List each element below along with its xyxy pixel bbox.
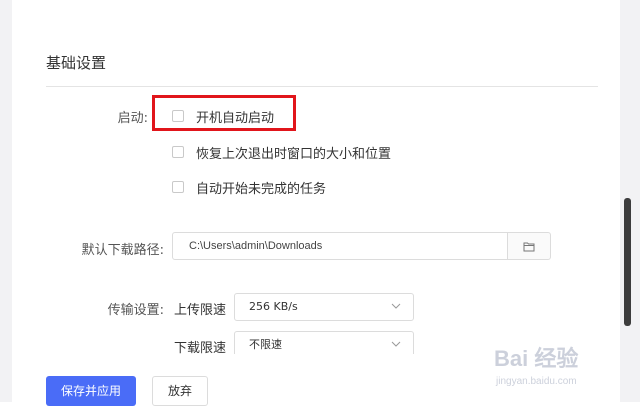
- browse-folder-button[interactable]: [507, 232, 551, 260]
- restore-window-checkbox[interactable]: [172, 146, 184, 158]
- section-title: 基础设置: [46, 54, 107, 72]
- folder-icon: [523, 242, 535, 251]
- highlight-annotation: [152, 95, 296, 131]
- upload-limit-value: 256 KB/s: [249, 300, 298, 313]
- upload-limit-label: 上传限速: [174, 303, 227, 318]
- chevron-down-icon: [391, 303, 401, 309]
- startup-label: 启动:: [117, 111, 148, 126]
- baidu-jingyan-watermark: Bai 经验 jingyan.baidu.com: [494, 346, 578, 387]
- watermark-url: jingyan.baidu.com: [495, 376, 577, 387]
- upload-limit-select[interactable]: 256 KB/s: [234, 293, 414, 321]
- chevron-down-icon: [391, 341, 401, 347]
- window-frame-left: [0, 0, 12, 402]
- download-path-input[interactable]: C:\Users\admin\Downloads: [172, 232, 508, 260]
- download-path-label: 默认下载路径:: [81, 243, 164, 258]
- restore-window-label: 恢复上次退出时窗口的大小和位置: [196, 146, 392, 162]
- resume-tasks-label: 自动开始未完成的任务: [196, 181, 327, 197]
- section-divider: [46, 86, 598, 87]
- resume-tasks-checkbox[interactable]: [172, 181, 184, 193]
- option-restore-window[interactable]: 恢复上次退出时窗口的大小和位置: [172, 142, 391, 162]
- download-limit-value: 不限速: [249, 338, 282, 351]
- watermark-brand: Bai 经验: [494, 346, 578, 371]
- transfer-label: 传输设置:: [107, 303, 164, 318]
- scrollbar-thumb[interactable]: [624, 198, 631, 326]
- option-resume-tasks[interactable]: 自动开始未完成的任务: [172, 177, 326, 197]
